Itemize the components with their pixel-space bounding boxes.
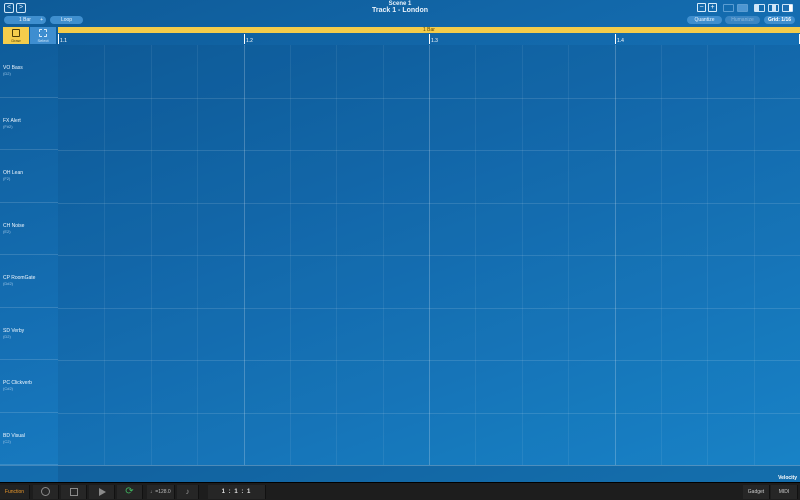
chevron-left-icon: < <box>6 4 12 11</box>
grid-selector[interactable]: Grid: 1/16 <box>764 16 795 24</box>
lane-note: (C2) <box>3 438 11 444</box>
drum-lane-label[interactable]: SD Verby (D2) <box>0 308 58 360</box>
record-button[interactable] <box>33 485 59 499</box>
grid-step-line <box>336 45 337 465</box>
drum-lane-label[interactable]: CH Noise (E2) <box>0 203 58 255</box>
grid-step-line <box>475 45 476 465</box>
zoom-out-button[interactable]: − <box>697 3 706 12</box>
bar-length-selector[interactable]: 1 Bar + <box>4 16 46 24</box>
forward-button[interactable]: > <box>16 3 26 13</box>
copy-tool-button[interactable] <box>723 4 734 12</box>
metronome-icon: ♪ <box>185 487 190 496</box>
ruler-label: 1.1 <box>60 38 67 44</box>
draw-tool-button[interactable]: Draw <box>3 27 29 44</box>
metronome-button[interactable]: ♪ <box>177 485 199 499</box>
drum-lane-label[interactable]: FX Alert (F#2) <box>0 98 58 150</box>
quantize-button[interactable]: Quantize <box>687 16 722 24</box>
plus-icon[interactable]: + <box>40 16 43 24</box>
layout-left-panel-button[interactable] <box>754 4 765 12</box>
grid-step-line <box>661 45 662 465</box>
transport-bar: Function ⟳ ♩=128.0 ♪ 1 : 1 : 1 Gadget MI… <box>0 482 800 500</box>
drum-lane-label[interactable]: OH Lean (F2) <box>0 150 58 203</box>
gadget-button[interactable]: Gadget <box>743 485 770 499</box>
ruler-label: 1.3 <box>431 38 438 44</box>
top-bar: < > Scene 1 Track 1 - London 1 Bar + Loo… <box>0 0 800 27</box>
paste-tool-button[interactable] <box>737 4 748 12</box>
grid-step-line <box>104 45 105 465</box>
back-button[interactable]: < <box>4 3 14 13</box>
drum-lane-label[interactable]: VO Bass (D2) <box>0 45 58 98</box>
play-button[interactable] <box>89 485 115 499</box>
grid-step-line <box>615 45 616 465</box>
lane-note: (F#2) <box>3 123 13 129</box>
ruler-label: 1.2 <box>246 38 253 44</box>
panel-split-icon <box>772 5 776 11</box>
lane-note: (D2) <box>3 71 11 76</box>
select-tool-label: Select <box>37 38 49 43</box>
zoom-in-button[interactable]: + <box>708 3 717 12</box>
loop-icon: ⟳ <box>125 486 134 497</box>
bar-length-label: 1 Bar <box>19 17 31 23</box>
ruler-label: 1.4 <box>617 38 624 44</box>
plus-icon: + <box>710 4 715 11</box>
midi-button[interactable]: MIDI <box>771 485 798 499</box>
draw-tool-label: Draw <box>11 38 21 43</box>
pencil-icon <box>12 29 20 37</box>
humanize-button[interactable]: Humanize <box>725 16 760 24</box>
grid-step-line <box>429 45 430 465</box>
grid-step-line <box>244 45 245 465</box>
grid-step-line <box>568 45 569 465</box>
stop-icon <box>70 488 78 496</box>
lane-note: (D2) <box>3 333 11 339</box>
layout-split-panel-button[interactable] <box>768 4 779 12</box>
tempo-display[interactable]: ♩=128.0 <box>147 485 175 499</box>
select-tool-button[interactable]: Select <box>30 27 56 44</box>
drum-lane-labels: VO Bass (D2) FX Alert (F#2) OH Lean (F2) CH No… <box>0 45 58 465</box>
timeline-ruler[interactable]: 1.1 1.2 1.3 1.4 <box>58 33 800 45</box>
minus-icon: − <box>699 4 704 11</box>
lane-note: (D#2) <box>3 281 14 286</box>
drum-lane-label[interactable]: PC Clickverb (C#2) <box>0 360 58 413</box>
drum-lane-label[interactable]: CP RoomGate (D#2) <box>0 255 58 308</box>
drum-lane-label[interactable]: BD Visual (C2) <box>0 413 58 465</box>
stop-button[interactable] <box>61 485 87 499</box>
loop-button[interactable]: Loop <box>50 16 83 24</box>
layout-full-panel-button[interactable] <box>782 4 793 12</box>
play-icon <box>99 488 106 496</box>
record-icon <box>41 487 50 496</box>
grid-step-line <box>197 45 198 465</box>
lane-note: (C#2) <box>3 386 14 391</box>
position-display: 1 : 1 : 1 <box>208 485 266 499</box>
marquee-select-icon <box>39 29 47 37</box>
lane-note: (E2) <box>3 228 11 234</box>
velocity-lane[interactable]: Velocity <box>58 465 800 482</box>
grid-step-line <box>383 45 384 465</box>
piano-roll-grid[interactable] <box>58 45 800 465</box>
grid-step-line <box>707 45 708 465</box>
loop-toggle-button[interactable]: ⟳ <box>117 485 143 499</box>
grid-step-line <box>754 45 755 465</box>
grid-step-line <box>290 45 291 465</box>
panel-left-icon <box>755 5 759 11</box>
lane-note: (F2) <box>3 176 11 181</box>
velocity-left-panel <box>0 465 58 482</box>
track-title[interactable]: Track 1 - London <box>300 7 500 14</box>
function-button[interactable]: Function <box>0 485 30 499</box>
chevron-right-icon: > <box>18 4 24 11</box>
grid-step-line <box>522 45 523 465</box>
panel-full-icon <box>783 5 789 11</box>
grid-step-line <box>151 45 152 465</box>
velocity-label: Velocity <box>778 475 797 481</box>
